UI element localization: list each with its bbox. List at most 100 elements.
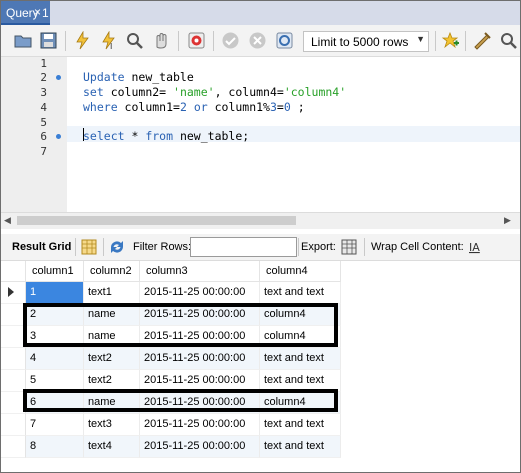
cell-value: 1 bbox=[30, 286, 37, 298]
code-token: or bbox=[193, 100, 208, 114]
code-token: ; bbox=[290, 100, 305, 114]
result-grid: column1 column2 column3 column4 1 text1 20… bbox=[1, 261, 520, 472]
toolbar-separator bbox=[103, 238, 104, 256]
save-icon[interactable] bbox=[39, 31, 58, 50]
row-header[interactable] bbox=[1, 436, 26, 458]
code-token: 'column4' bbox=[283, 85, 347, 99]
toolbar-separator bbox=[465, 31, 466, 51]
cell-value: 2015-11-25 00:00:00 bbox=[144, 374, 246, 386]
cell-value: text3 bbox=[88, 418, 112, 430]
table-cell[interactable]: 2015-11-25 00:00:00 bbox=[140, 282, 260, 304]
code-line: select * from new_table; bbox=[83, 129, 249, 143]
bookmark-star-icon[interactable] bbox=[441, 31, 460, 50]
limit-rows-value: Limit to 5000 rows bbox=[311, 35, 409, 49]
text-caret bbox=[83, 128, 84, 141]
wrap-cell-label: Wrap Cell Content: bbox=[371, 241, 464, 253]
explain-icon[interactable] bbox=[125, 31, 144, 50]
code-token: * bbox=[124, 129, 146, 143]
stop-icon[interactable] bbox=[152, 31, 171, 50]
line-number: 4 bbox=[40, 101, 47, 114]
result-grid-label[interactable]: Result Grid bbox=[12, 241, 71, 253]
line-number: 1 bbox=[40, 57, 47, 70]
find-icon[interactable] bbox=[499, 31, 518, 50]
code-token: new_table; bbox=[173, 129, 250, 143]
column-header-column2[interactable]: column2 bbox=[84, 261, 140, 282]
filter-rows-label: Filter Rows: bbox=[133, 241, 192, 253]
toolbar-separator bbox=[435, 31, 436, 51]
current-row-arrow-icon bbox=[8, 287, 14, 297]
toolbar-separator bbox=[75, 238, 76, 256]
toolbar-separator bbox=[364, 238, 365, 256]
sql-editor[interactable]: 1 2 3 4 5 6 7 Update new_table set colum… bbox=[1, 57, 520, 212]
table-cell[interactable]: 7 bbox=[26, 414, 84, 436]
table-cell[interactable]: 1 bbox=[26, 282, 84, 304]
column-header-label: column2 bbox=[90, 265, 132, 277]
column-header-column4[interactable]: column4 bbox=[260, 261, 341, 282]
execute-icon[interactable] bbox=[73, 31, 92, 50]
column-header-column3[interactable]: column3 bbox=[140, 261, 260, 282]
cell-value: 8 bbox=[30, 440, 37, 452]
filter-rows-input[interactable] bbox=[190, 237, 297, 257]
code-token: 0 bbox=[283, 100, 291, 114]
column-header-label: column4 bbox=[266, 265, 308, 277]
code-token: new_table bbox=[124, 70, 194, 84]
code-line: set column2= 'name', column4='column4' bbox=[83, 85, 346, 99]
scrollbar-thumb[interactable] bbox=[17, 216, 296, 225]
code-token: select bbox=[83, 129, 125, 143]
code-token: 2 bbox=[179, 100, 187, 114]
svg-text:I: I bbox=[110, 42, 112, 50]
close-tab-icon[interactable]: × bbox=[34, 5, 41, 19]
row-header[interactable] bbox=[1, 282, 26, 304]
row-header[interactable] bbox=[1, 414, 26, 436]
editor-horizontal-scrollbar[interactable]: ◀ ▶ bbox=[1, 212, 520, 229]
commit-icon[interactable] bbox=[221, 31, 240, 50]
toolbar-separator bbox=[298, 238, 299, 256]
tab-strip: Query 1 × bbox=[1, 1, 520, 25]
chevron-down-icon: ▼ bbox=[416, 34, 425, 44]
tab-query-1[interactable]: Query 1 × bbox=[1, 1, 50, 25]
open-folder-icon[interactable] bbox=[14, 31, 33, 50]
highlight-box bbox=[23, 389, 338, 412]
beautify-icon[interactable] bbox=[473, 31, 492, 50]
toggle-error-icon[interactable] bbox=[187, 31, 206, 50]
refresh-icon[interactable] bbox=[108, 238, 126, 256]
grid-view-icon[interactable] bbox=[80, 238, 98, 256]
execute-current-icon[interactable]: I bbox=[99, 31, 118, 50]
code-token: = bbox=[276, 100, 284, 114]
table-cell[interactable]: 2015-11-25 00:00:00 bbox=[140, 414, 260, 436]
table-cell[interactable]: text and text bbox=[260, 414, 341, 436]
cell-value: text and text bbox=[264, 418, 324, 430]
toolbar-separator bbox=[213, 31, 214, 51]
table-cell[interactable]: 2015-11-25 00:00:00 bbox=[140, 436, 260, 458]
wrap-cell-icon[interactable]: IA bbox=[467, 238, 485, 256]
table-cell[interactable]: text4 bbox=[84, 436, 140, 458]
toolbar-separator bbox=[178, 31, 179, 51]
export-icon[interactable] bbox=[340, 238, 358, 256]
line-gutter: 1 2 3 4 5 6 7 bbox=[1, 57, 67, 212]
table-cell[interactable]: text and text bbox=[260, 348, 341, 370]
row-header[interactable] bbox=[1, 348, 26, 370]
table-cell[interactable]: text and text bbox=[260, 282, 341, 304]
table-cell[interactable]: text and text bbox=[260, 436, 341, 458]
code-token: , column4= bbox=[214, 85, 284, 99]
cell-value: text and text bbox=[264, 440, 324, 452]
cell-value: 7 bbox=[30, 418, 37, 430]
table-cell[interactable]: text3 bbox=[84, 414, 140, 436]
table-cell[interactable]: text2 bbox=[84, 348, 140, 370]
table-cell[interactable]: text1 bbox=[84, 282, 140, 304]
scroll-left-icon[interactable]: ◀ bbox=[4, 215, 11, 226]
highlight-box bbox=[23, 303, 338, 347]
table-cell[interactable]: 8 bbox=[26, 436, 84, 458]
rollback-icon[interactable] bbox=[248, 31, 267, 50]
scroll-right-icon[interactable]: ▶ bbox=[504, 215, 511, 226]
limit-rows-select[interactable]: Limit to 5000 rows ▼ bbox=[303, 31, 429, 52]
tab-label: Query 1 bbox=[6, 6, 49, 20]
cell-value: 2015-11-25 00:00:00 bbox=[144, 440, 246, 452]
autocommit-icon[interactable] bbox=[275, 31, 294, 50]
cell-value: text and text bbox=[264, 286, 324, 298]
table-cell[interactable]: 4 bbox=[26, 348, 84, 370]
column-header-column1[interactable]: column1 bbox=[26, 261, 84, 282]
table-cell[interactable]: 2015-11-25 00:00:00 bbox=[140, 348, 260, 370]
cell-value: text and text bbox=[264, 352, 324, 364]
line-number: 6 bbox=[40, 130, 47, 143]
